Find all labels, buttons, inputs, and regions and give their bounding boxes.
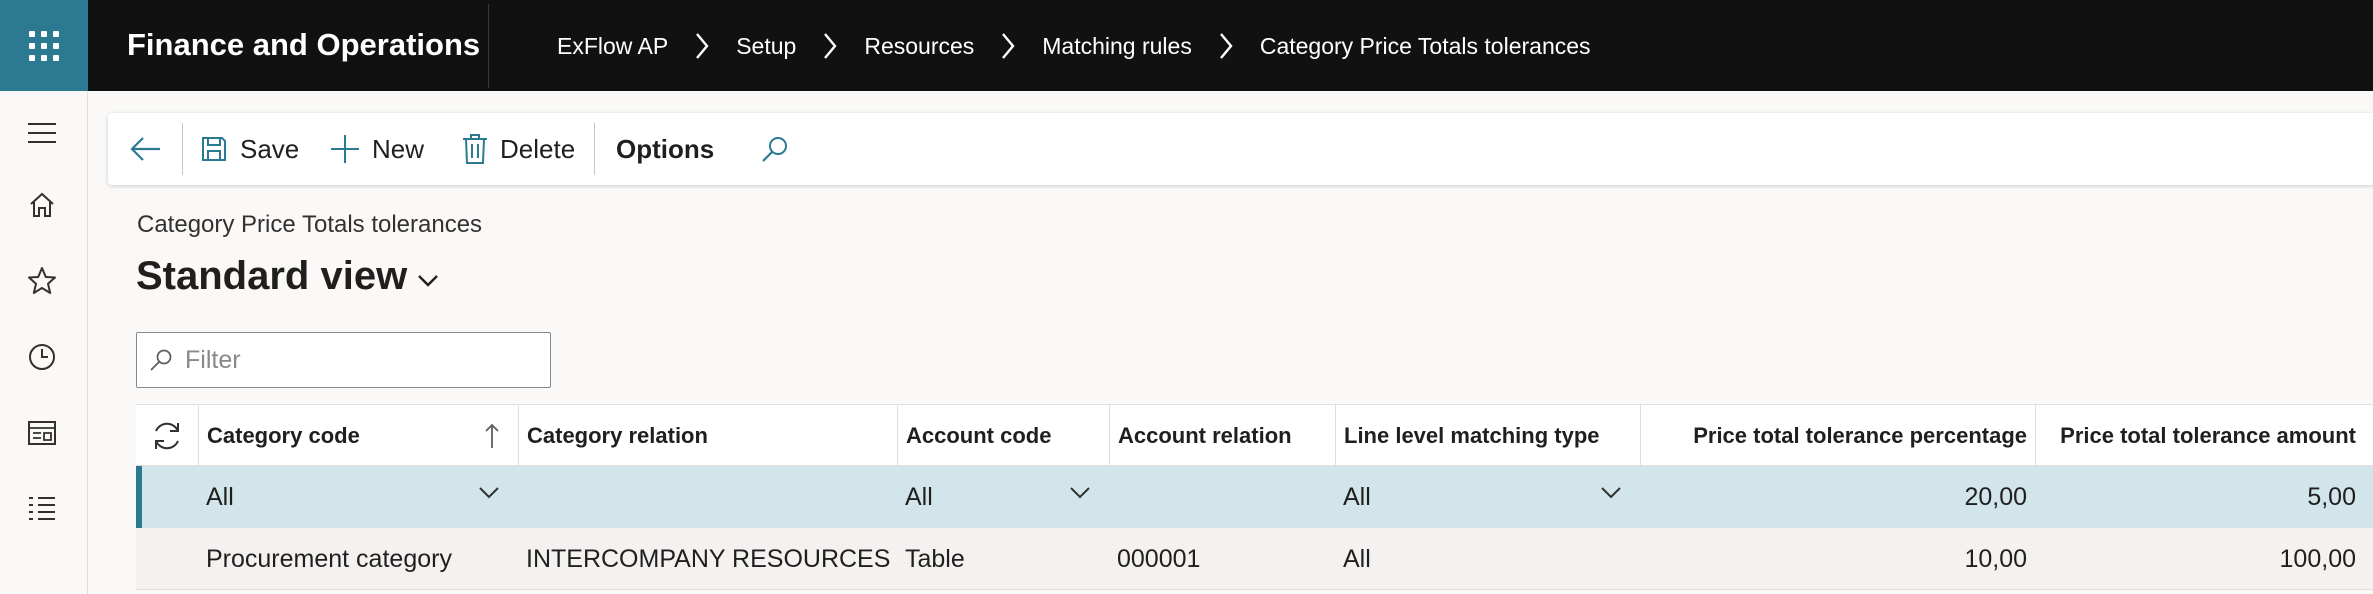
toolbar-divider	[182, 123, 183, 175]
cell-category-code[interactable]: All	[198, 466, 518, 528]
chevron-down-icon[interactable]	[1069, 486, 1091, 500]
new-button[interactable]: New	[330, 113, 424, 185]
search-icon	[150, 349, 172, 371]
chevron-right-icon	[974, 31, 1042, 61]
grid-header-row: Category code Category relation Account …	[136, 404, 2373, 467]
column-header-account-code[interactable]: Account code	[897, 405, 1109, 467]
refresh-icon	[155, 422, 179, 450]
delete-button[interactable]: Delete	[462, 113, 575, 185]
back-button[interactable]	[130, 113, 174, 185]
column-header-category-relation[interactable]: Category relation	[518, 405, 897, 467]
plus-icon	[331, 135, 359, 163]
action-pane: Save New Delete Options	[108, 113, 2373, 185]
column-header-category-code[interactable]: Category code	[198, 405, 518, 467]
breadcrumb-item-current-page[interactable]: Category Price Totals tolerances	[1260, 33, 1591, 60]
cell-value: All	[206, 482, 234, 511]
chevron-down-icon	[418, 274, 439, 287]
cell-price-total-tolerance-percentage[interactable]: 20,00	[1640, 466, 2035, 528]
breadcrumb-item-exflow-ap[interactable]: ExFlow AP	[557, 33, 668, 60]
clock-icon[interactable]	[24, 339, 60, 375]
action-search-button[interactable]	[760, 113, 802, 185]
hamburger-icon[interactable]	[24, 115, 60, 151]
cell-category-code[interactable]: Procurement category	[198, 528, 518, 590]
chevron-right-icon	[1192, 31, 1260, 61]
app-launcher-button[interactable]	[0, 0, 88, 91]
save-button[interactable]: Save	[200, 113, 299, 185]
column-header-price-total-tolerance-percentage[interactable]: Price total tolerance percentage	[1640, 405, 2035, 467]
cell-account-code[interactable]: All	[897, 466, 1109, 528]
table-row[interactable]: Procurement category INTERCOMPANY RESOUR…	[136, 528, 2373, 590]
breadcrumb-item-setup[interactable]: Setup	[736, 33, 796, 60]
view-selector[interactable]: Standard view	[136, 254, 439, 299]
star-icon[interactable]	[24, 263, 60, 299]
home-icon[interactable]	[24, 187, 60, 223]
filter-box[interactable]	[136, 332, 551, 388]
chevron-down-icon[interactable]	[478, 486, 500, 500]
back-arrow-icon	[130, 137, 160, 161]
table-row[interactable]: All All All 20,00 5,00	[136, 466, 2373, 528]
page-caption: Category Price Totals tolerances	[137, 211, 483, 238]
filter-input[interactable]	[185, 345, 535, 375]
sort-up-icon	[485, 423, 499, 448]
app-launcher-icon	[29, 30, 59, 61]
column-header-account-relation[interactable]: Account relation	[1109, 405, 1335, 467]
chevron-down-icon[interactable]	[1600, 486, 1622, 500]
top-header-bar: Finance and Operations ExFlow AP Setup R…	[0, 0, 2373, 91]
app-title[interactable]: Finance and Operations	[127, 27, 480, 63]
cell-category-relation[interactable]	[518, 466, 897, 528]
header-divider	[488, 4, 489, 88]
cell-account-relation[interactable]	[1109, 466, 1335, 528]
workspace-icon[interactable]	[24, 415, 60, 451]
toolbar-divider	[594, 123, 595, 175]
breadcrumb: ExFlow AP Setup Resources Matching rules…	[557, 31, 1591, 61]
cell-price-total-tolerance-amount[interactable]: 100,00	[2035, 528, 2373, 590]
breadcrumb-item-matching-rules[interactable]: Matching rules	[1042, 33, 1192, 60]
breadcrumb-item-resources[interactable]: Resources	[864, 33, 974, 60]
cell-price-total-tolerance-amount[interactable]: 5,00	[2035, 466, 2373, 528]
cell-account-relation[interactable]: 000001	[1109, 528, 1335, 590]
cell-value: All	[1343, 482, 1371, 511]
save-button-label: Save	[240, 133, 300, 164]
cell-price-total-tolerance-percentage[interactable]: 10,00	[1640, 528, 2035, 590]
chevron-right-icon	[796, 31, 864, 61]
column-header-price-total-tolerance-amount[interactable]: Price total tolerance amount	[2035, 405, 2373, 467]
left-navigation-pane	[0, 91, 88, 594]
cell-category-relation[interactable]: INTERCOMPANY RESOURCES	[518, 528, 897, 590]
trash-icon	[463, 134, 487, 164]
refresh-button[interactable]	[136, 405, 198, 467]
cell-value: All	[905, 482, 933, 511]
column-header-label: Category code	[207, 423, 360, 448]
cell-account-code[interactable]: Table	[897, 528, 1109, 590]
cell-line-level-matching-type[interactable]: All	[1335, 466, 1640, 528]
list-icon[interactable]	[24, 491, 60, 527]
view-name: Standard view	[136, 254, 408, 298]
selected-row-indicator	[136, 466, 142, 528]
search-icon	[762, 137, 787, 162]
options-tab[interactable]: Options	[616, 113, 714, 185]
cell-line-level-matching-type[interactable]: All	[1335, 528, 1640, 590]
new-button-label: New	[372, 133, 425, 164]
column-header-line-level-matching-type[interactable]: Line level matching type	[1335, 405, 1640, 467]
delete-button-label: Delete	[500, 133, 576, 164]
save-icon	[202, 137, 226, 161]
chevron-right-icon	[668, 31, 736, 61]
